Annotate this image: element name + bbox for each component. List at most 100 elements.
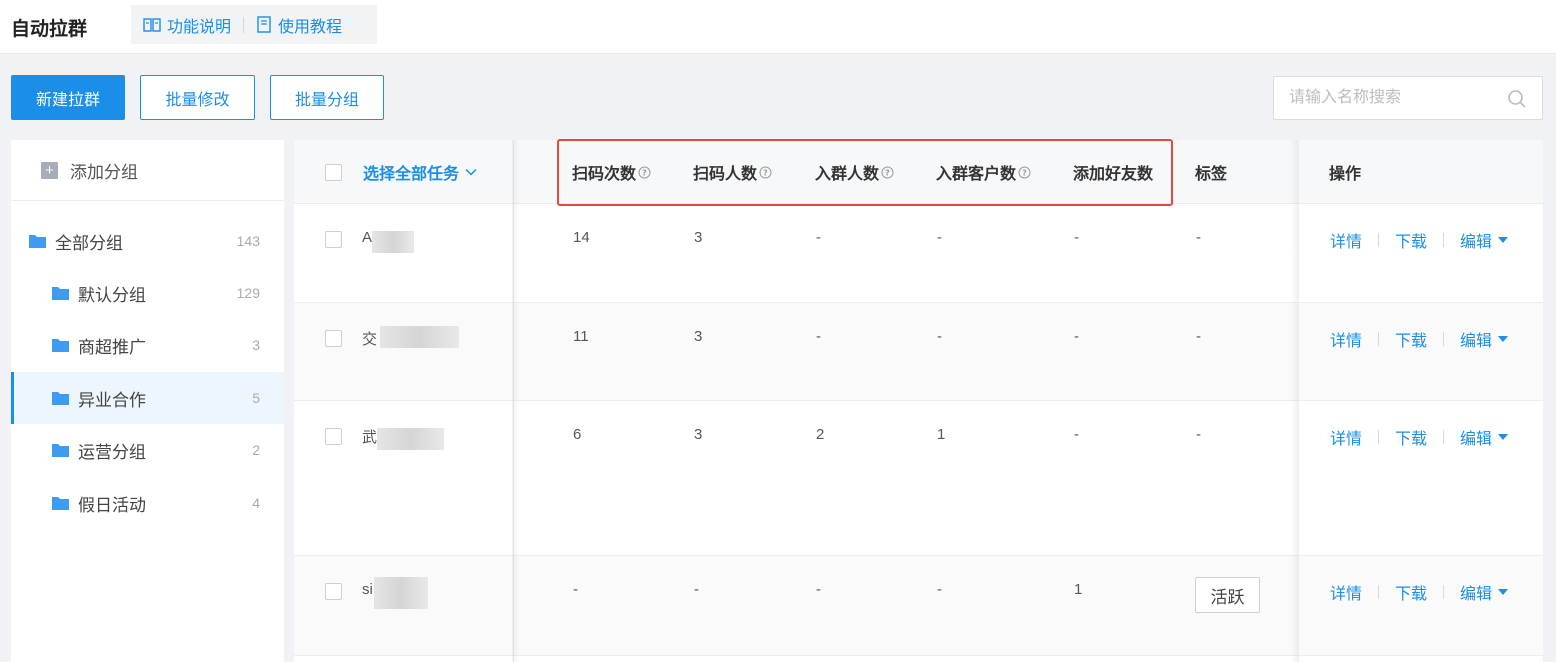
cell-join-people: - xyxy=(816,581,821,598)
edit-link[interactable]: 编辑 xyxy=(1460,425,1492,449)
cell-add-friends: - xyxy=(1074,328,1079,345)
caret-down-icon[interactable] xyxy=(1498,336,1509,342)
help-icon[interactable]: ? xyxy=(1018,166,1031,179)
group-label: 假日活动 xyxy=(78,495,146,515)
search-icon[interactable] xyxy=(1507,89,1527,109)
chevron-down-icon xyxy=(465,168,477,176)
detail-link[interactable]: 详情 xyxy=(1330,228,1362,252)
task-name[interactable]: 武 xyxy=(362,426,377,447)
edit-link[interactable]: 编辑 xyxy=(1460,228,1492,252)
col-label: 添加好友数 xyxy=(1073,166,1154,183)
row-actions: 详情 下载 编辑 xyxy=(1330,228,1509,252)
blurred-name xyxy=(374,577,428,609)
search-input[interactable] xyxy=(1274,77,1504,119)
divider xyxy=(1443,332,1445,346)
cell-join-customers: - xyxy=(937,581,942,598)
svg-text:?: ? xyxy=(642,168,647,177)
table-header: 选择全部任务 扫码次数 ? 扫码人数 ? 入群人数 ? 入群客户数 ? 添加好友… xyxy=(294,140,1543,204)
row-actions: 详情 下载 编辑 xyxy=(1330,425,1509,449)
row-checkbox[interactable] xyxy=(325,330,342,347)
row-checkbox[interactable] xyxy=(325,583,342,600)
edit-link[interactable]: 编辑 xyxy=(1460,327,1492,351)
detail-link[interactable]: 详情 xyxy=(1330,425,1362,449)
cell-tag: - xyxy=(1196,229,1201,246)
row-actions: 详情 下载 编辑 xyxy=(1330,580,1509,604)
download-link[interactable]: 下载 xyxy=(1395,327,1427,351)
add-group-button[interactable]: + 添加分组 xyxy=(11,140,284,201)
cell-join-people: - xyxy=(816,328,821,345)
download-link[interactable]: 下载 xyxy=(1395,580,1427,604)
cell-scan-people: 3 xyxy=(694,229,703,246)
group-item-holiday[interactable]: 假日活动 4 xyxy=(11,477,284,529)
select-all-tasks-dropdown[interactable]: 选择全部任务 xyxy=(363,140,477,204)
detail-link[interactable]: 详情 xyxy=(1330,580,1362,604)
feature-doc-link[interactable]: 功能说明 xyxy=(131,13,243,37)
group-label: 商超推广 xyxy=(78,337,146,357)
cell-join-people: 2 xyxy=(816,426,825,443)
svg-text:?: ? xyxy=(763,168,768,177)
group-count: 3 xyxy=(252,337,260,353)
caret-down-icon[interactable] xyxy=(1498,237,1509,243)
col-add-friends: 添加好友数 xyxy=(1073,140,1153,204)
cell-add-friends: 1 xyxy=(1074,581,1083,598)
group-item-cross-industry[interactable]: 异业合作 5 xyxy=(11,372,284,424)
group-item-default[interactable]: 默认分组 129 xyxy=(11,267,284,319)
document-icon xyxy=(257,16,271,33)
divider xyxy=(1378,332,1380,346)
blurred-name xyxy=(372,231,414,253)
batch-group-button[interactable]: 批量分组 xyxy=(270,75,384,120)
download-link[interactable]: 下载 xyxy=(1395,425,1427,449)
col-label: 标签 xyxy=(1195,166,1228,183)
help-icon[interactable]: ? xyxy=(881,166,894,179)
fixed-column-edge xyxy=(1298,140,1299,662)
batch-edit-button[interactable]: 批量修改 xyxy=(140,75,255,120)
cell-add-friends: - xyxy=(1074,426,1079,443)
help-icon[interactable]: ? xyxy=(638,166,651,179)
group-item-all[interactable]: 全部分组 143 xyxy=(11,215,284,267)
caret-down-icon[interactable] xyxy=(1498,434,1509,440)
task-table: 选择全部任务 扫码次数 ? 扫码人数 ? 入群人数 ? 入群客户数 ? 添加好友… xyxy=(294,140,1543,662)
caret-down-icon[interactable] xyxy=(1498,589,1509,595)
group-item-operations[interactable]: 运营分组 2 xyxy=(11,424,284,476)
edit-link[interactable]: 编辑 xyxy=(1460,580,1492,604)
table-row: 交 11 3 - - - - 详情 下载 编辑 xyxy=(294,303,1543,401)
tutorial-label: 使用教程 xyxy=(278,18,343,36)
table-row: A 14 3 - - - - 详情 下载 编辑 xyxy=(294,204,1543,303)
row-checkbox[interactable] xyxy=(325,231,342,248)
folder-icon xyxy=(52,287,69,300)
feature-doc-label: 功能说明 xyxy=(167,18,232,36)
row-checkbox[interactable] xyxy=(325,428,342,445)
col-actions: 操作 xyxy=(1329,140,1361,204)
select-all-label: 选择全部任务 xyxy=(363,166,460,183)
row-actions: 详情 下载 编辑 xyxy=(1330,327,1509,351)
task-name[interactable]: A xyxy=(362,229,372,246)
col-scan-count: 扫码次数 ? xyxy=(572,140,651,204)
new-group-pull-button[interactable]: 新建拉群 xyxy=(11,75,125,120)
svg-text:?: ? xyxy=(1022,168,1027,177)
cell-scan-count: 6 xyxy=(573,426,582,443)
detail-link[interactable]: 详情 xyxy=(1330,327,1362,351)
col-label: 操作 xyxy=(1329,166,1362,183)
top-bar: 自动拉群 功能说明 使用教程 xyxy=(0,0,1556,54)
download-link[interactable]: 下载 xyxy=(1395,228,1427,252)
group-count: 143 xyxy=(236,233,260,249)
divider xyxy=(1443,233,1445,247)
group-label: 运营分组 xyxy=(78,442,146,462)
group-item-supermarket[interactable]: 商超推广 3 xyxy=(11,319,284,371)
help-icon[interactable]: ? xyxy=(759,166,772,179)
group-label: 异业合作 xyxy=(78,390,146,410)
group-count: 129 xyxy=(236,285,260,301)
group-sidebar: + 添加分组 全部分组 143 默认分组 129 商超推广 3 异业合作 5 运… xyxy=(11,140,284,662)
cell-scan-count: 14 xyxy=(573,229,590,246)
task-name[interactable]: si xyxy=(362,581,373,598)
task-name[interactable]: 交 xyxy=(362,328,377,349)
folder-icon xyxy=(29,235,46,248)
col-join-customers: 入群客户数 ? xyxy=(936,140,1031,204)
cell-tag: - xyxy=(1196,328,1201,345)
tutorial-link[interactable]: 使用教程 xyxy=(244,13,354,37)
select-all-checkbox[interactable] xyxy=(325,163,342,181)
plus-icon: + xyxy=(41,161,58,179)
folder-icon xyxy=(52,444,69,457)
group-label: 全部分组 xyxy=(55,233,123,253)
group-count: 5 xyxy=(252,390,260,406)
